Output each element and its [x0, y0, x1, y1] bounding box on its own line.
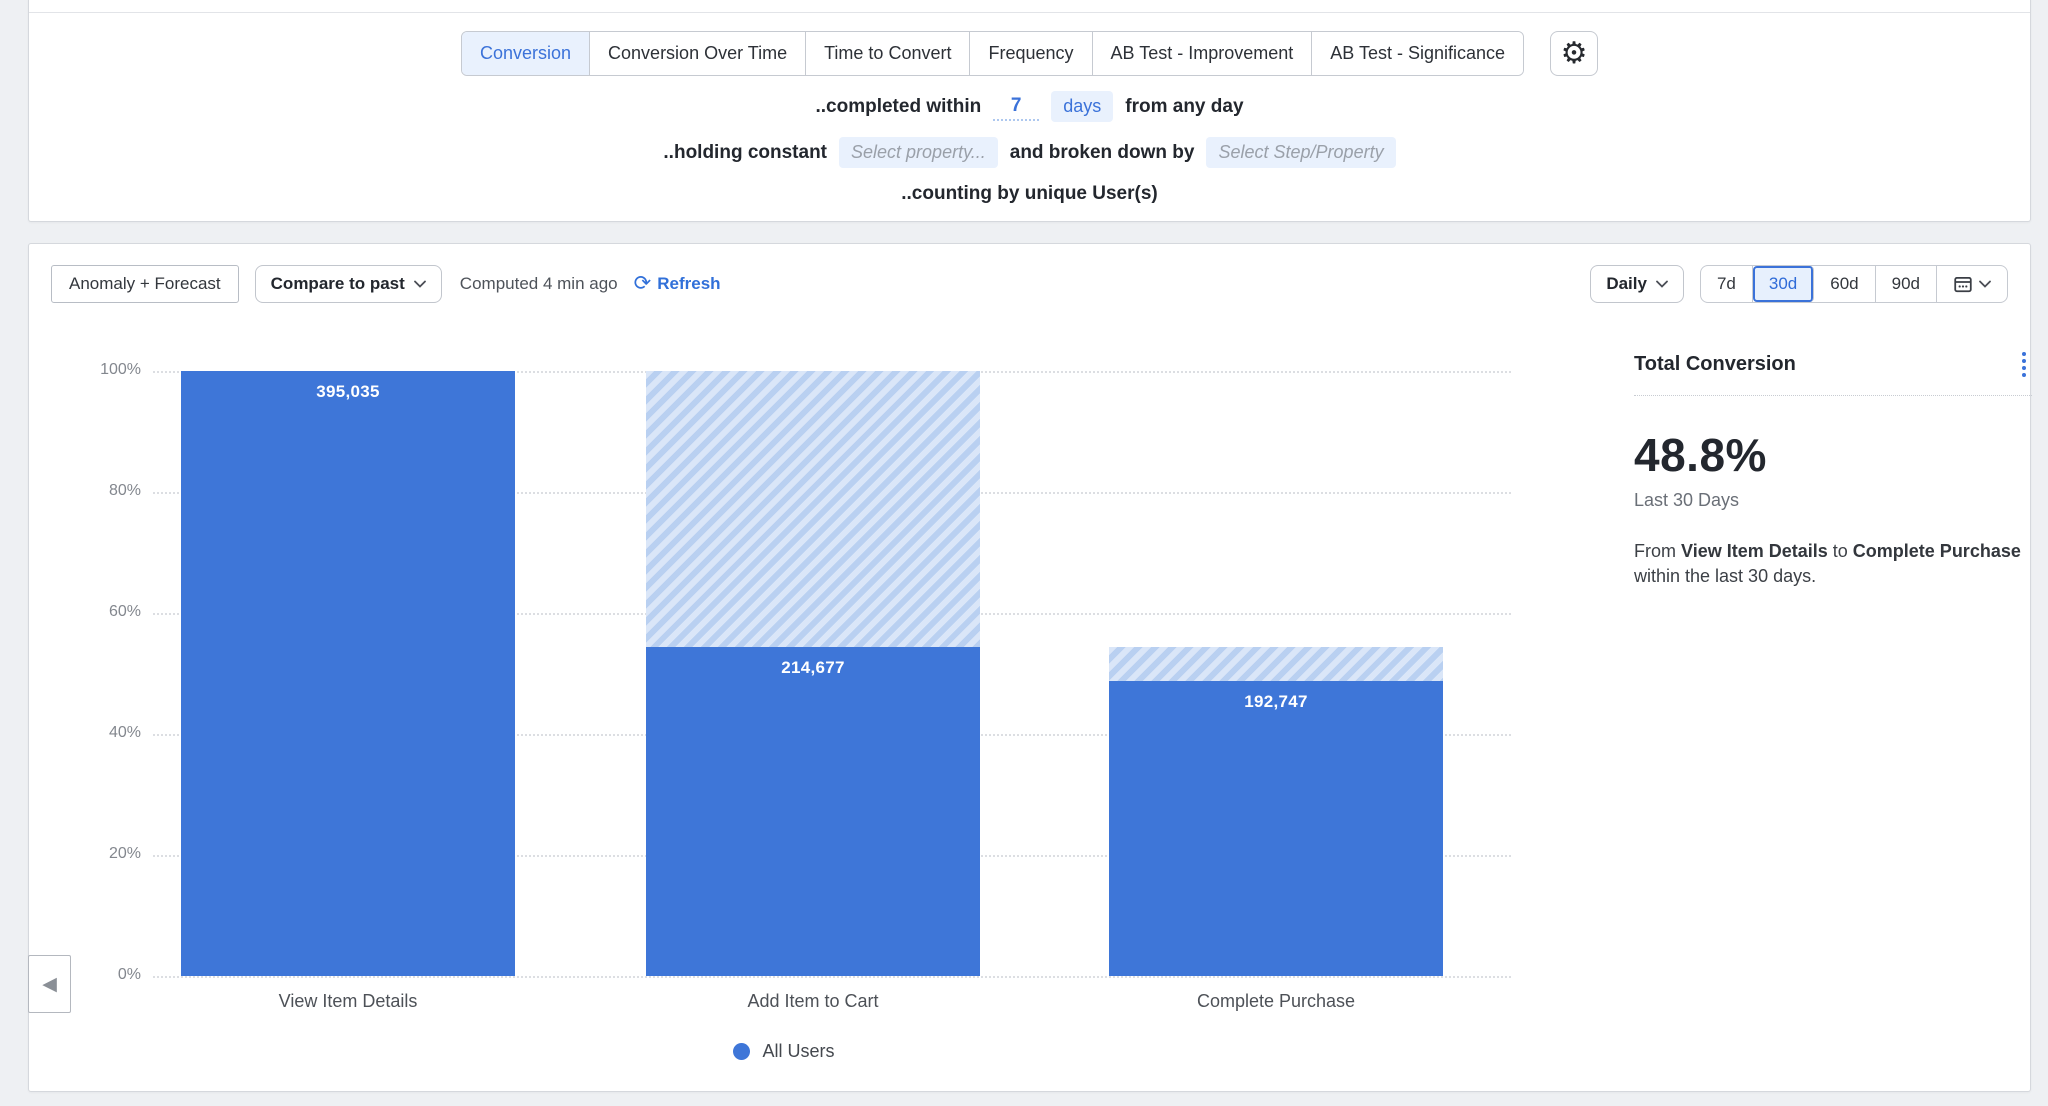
anomaly-forecast-button[interactable]: Anomaly + Forecast: [51, 265, 239, 303]
legend-dot-all-users: [733, 1043, 750, 1060]
completed-within-label: ..completed within: [815, 96, 981, 118]
chart-toolbar: Anomaly + Forecast Compare to past Compu…: [51, 265, 2008, 303]
total-conversion-range: Last 30 Days: [1634, 490, 2032, 511]
dropoff-hatch-region: [1109, 647, 1443, 681]
funnel-report-page: Conversion Conversion Over Time Time to …: [0, 0, 2048, 1106]
from-any-day-label: from any day: [1125, 96, 1243, 118]
desc-tail: within the last 30 days.: [1634, 566, 1816, 586]
ytick-20: 20%: [59, 845, 141, 863]
compare-to-past-label: Compare to past: [271, 274, 405, 294]
bar-value-label: 192,747: [1109, 692, 1443, 712]
kebab-menu-icon[interactable]: [2016, 348, 2032, 381]
toolbar-right-group: Daily 7d 30d 60d 90d: [1590, 265, 2008, 303]
report-tabs-row: Conversion Conversion Over Time Time to …: [29, 31, 2030, 76]
funnel-chart-card: Anomaly + Forecast Compare to past Compu…: [28, 243, 2031, 1092]
report-tab-group: Conversion Conversion Over Time Time to …: [461, 31, 1524, 76]
ytick-40: 40%: [59, 724, 141, 742]
total-conversion-value: 48.8%: [1634, 428, 2032, 482]
settings-button[interactable]: ⚙: [1550, 31, 1598, 76]
counting-row: ..counting by unique User(s): [29, 183, 2030, 205]
tab-ab-test-significance[interactable]: AB Test - Significance: [1312, 32, 1523, 75]
range-7d[interactable]: 7d: [1701, 266, 1753, 302]
toolbar-left-group: Anomaly + Forecast Compare to past Compu…: [51, 265, 721, 303]
tab-conversion[interactable]: Conversion: [462, 32, 590, 75]
tab-ab-test-improvement[interactable]: AB Test - Improvement: [1093, 32, 1313, 75]
refresh-icon: ⟳: [634, 273, 652, 294]
holding-breakdown-row: ..holding constant Select property... an…: [29, 137, 2030, 168]
counting-by-label: ..counting by unique User(s): [901, 183, 1158, 205]
custom-date-range-button[interactable]: [1937, 266, 2007, 302]
breakdown-selector[interactable]: Select Step/Property: [1206, 137, 1395, 168]
funnel-bar-add-item-to-cart[interactable]: 214,677: [646, 371, 980, 976]
tab-time-to-convert[interactable]: Time to Convert: [806, 32, 970, 75]
bar-value-label: 395,035: [181, 382, 515, 402]
chevron-down-icon: [1656, 280, 1668, 288]
gear-icon: ⚙: [1561, 39, 1588, 69]
chevron-down-icon: [414, 280, 426, 288]
desc-last-step: Complete Purchase: [1853, 541, 2021, 561]
tab-conversion-over-time[interactable]: Conversion Over Time: [590, 32, 806, 75]
xlabel-complete-purchase: Complete Purchase: [1109, 991, 1443, 1012]
range-30d[interactable]: 30d: [1753, 266, 1814, 302]
xlabel-view-item-details: View Item Details: [181, 991, 515, 1012]
funnel-builder-card: Conversion Conversion Over Time Time to …: [28, 0, 2031, 222]
dropoff-hatch-region: [646, 371, 980, 647]
holding-constant-label: ..holding constant: [663, 142, 827, 164]
builder-top-divider: [29, 0, 2030, 13]
ytick-60: 60%: [59, 603, 141, 621]
chart-legend: All Users: [29, 1041, 1539, 1062]
interval-dropdown[interactable]: Daily: [1590, 265, 1684, 303]
tab-frequency[interactable]: Frequency: [970, 32, 1092, 75]
range-60d[interactable]: 60d: [1814, 266, 1875, 302]
refresh-button[interactable]: ⟳ Refresh: [634, 274, 721, 295]
total-conversion-description: From View Item Details to Complete Purch…: [1634, 539, 2026, 589]
bar-value-label: 214,677: [646, 658, 980, 678]
chevron-down-icon: [1979, 280, 1991, 288]
date-range-segmented-control: 7d 30d 60d 90d: [1700, 265, 2008, 303]
desc-from: From: [1634, 541, 1676, 561]
funnel-bar-complete-purchase[interactable]: 192,747: [1109, 371, 1443, 976]
total-conversion-title: Total Conversion: [1634, 353, 1796, 376]
computed-timestamp: Computed 4 min ago: [460, 274, 618, 294]
collapse-left-arrow-icon: ◀: [42, 975, 57, 994]
holding-property-selector[interactable]: Select property...: [839, 137, 998, 168]
funnel-bar-view-item-details[interactable]: 395,035: [181, 371, 515, 976]
xlabel-add-item-to-cart: Add Item to Cart: [646, 991, 980, 1012]
desc-to: to: [1833, 541, 1848, 561]
ytick-100: 100%: [59, 361, 141, 379]
collapse-sidebar-button[interactable]: ◀: [28, 955, 71, 1013]
desc-first-step: View Item Details: [1681, 541, 1828, 561]
ytick-80: 80%: [59, 482, 141, 500]
legend-label-all-users: All Users: [762, 1041, 834, 1062]
ytick-0: 0%: [59, 966, 141, 984]
range-90d[interactable]: 90d: [1876, 266, 1937, 302]
calendar-icon: [1953, 274, 1973, 294]
refresh-label: Refresh: [657, 274, 720, 294]
window-unit-dropdown[interactable]: days: [1051, 91, 1113, 122]
total-conversion-panel: Total Conversion 48.8% Last 30 Days From…: [1634, 348, 2032, 589]
compare-to-past-button[interactable]: Compare to past: [255, 265, 442, 303]
conversion-window-row: ..completed within 7 days from any day: [29, 91, 2030, 122]
broken-down-by-label: and broken down by: [1010, 142, 1195, 164]
summary-divider: [1634, 395, 2032, 396]
conversion-window-input[interactable]: 7: [993, 92, 1039, 121]
interval-label: Daily: [1606, 274, 1647, 294]
